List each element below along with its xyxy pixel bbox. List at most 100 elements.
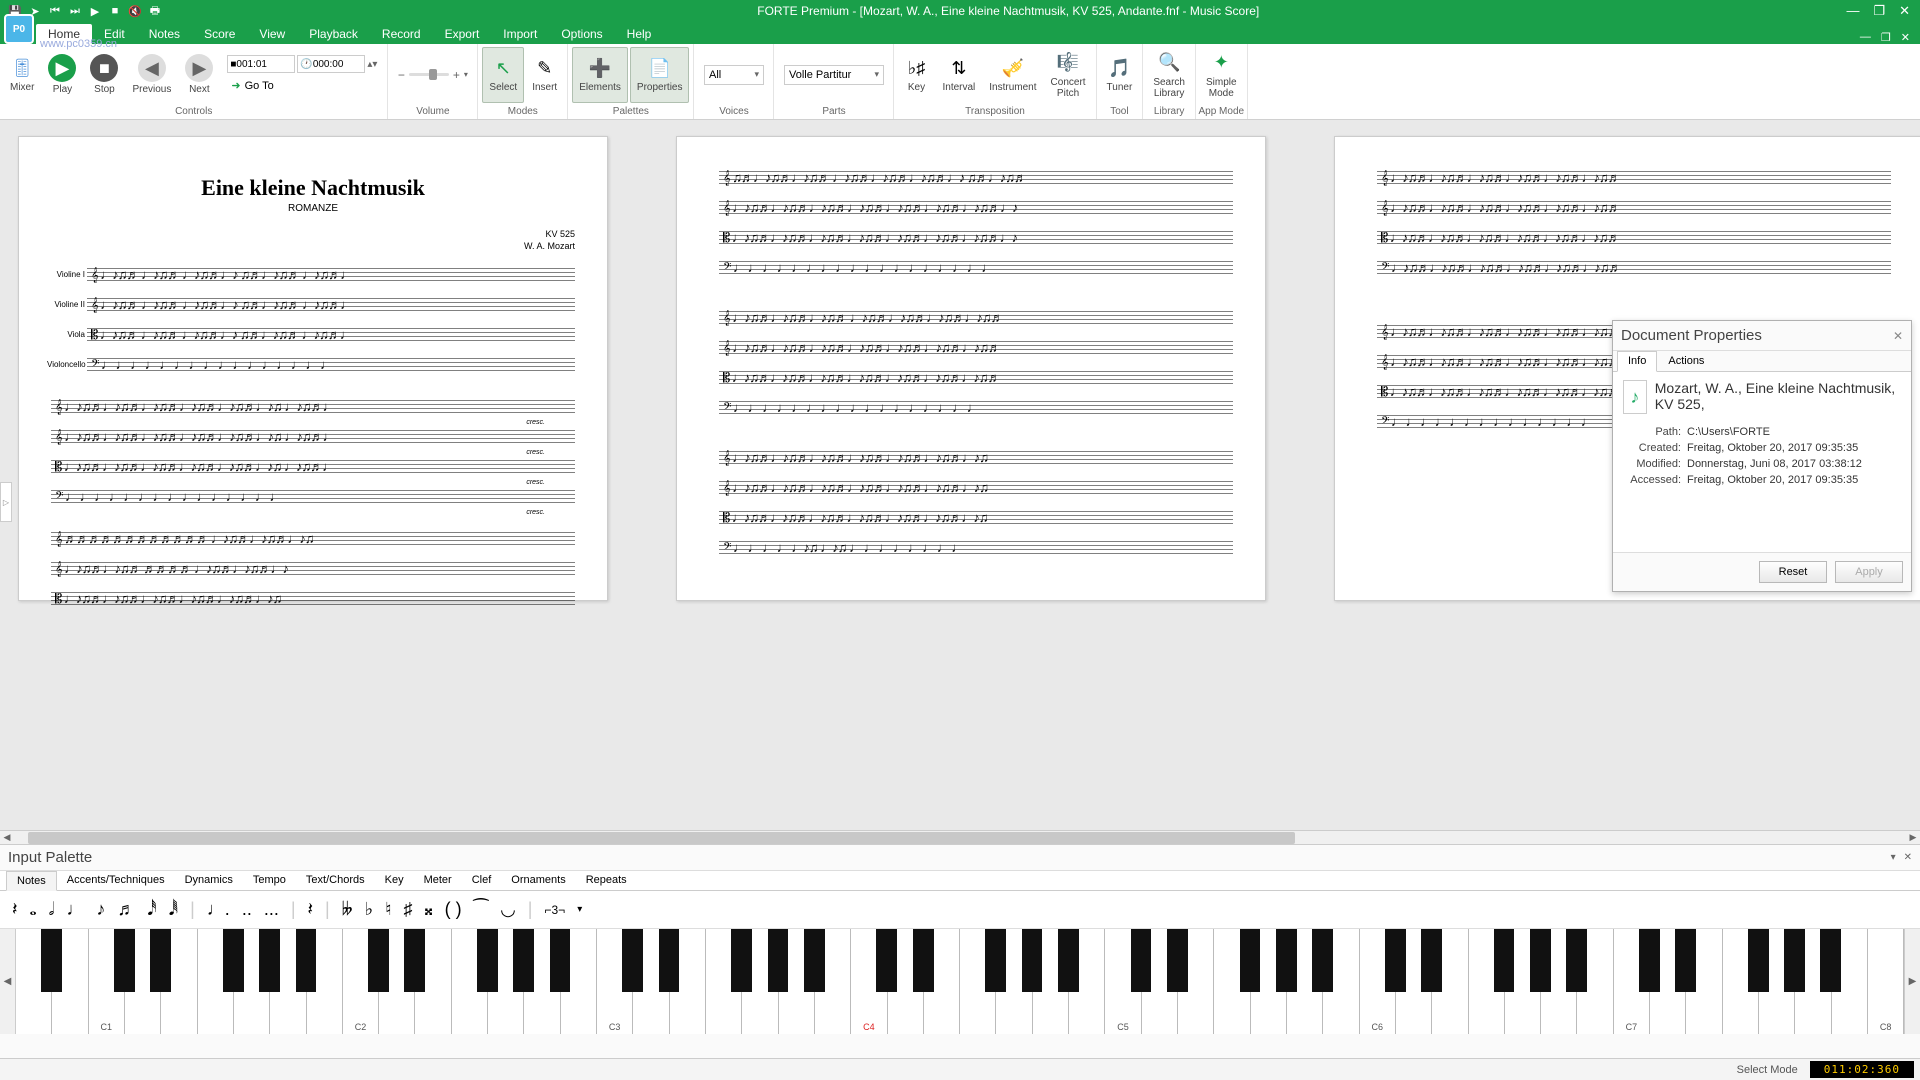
tab-import[interactable]: Import: [491, 24, 549, 44]
scrollbar-thumb[interactable]: [28, 832, 1295, 844]
score-page[interactable]: Eine kleine Nachtmusik ROMANZE KV 525 W.…: [18, 136, 608, 601]
black-key[interactable]: [659, 929, 680, 992]
tab-edit[interactable]: Edit: [92, 24, 137, 44]
black-key[interactable]: [1566, 929, 1587, 992]
score-page[interactable]: 𝄞 ♫♬♩♪♫♬♩♪♫♬ ♩♪♫♬♩♪♫♬♩♪♫♬♩♪ ♫♬♩♪♫♬ 𝄞 ♩♪♫…: [676, 136, 1266, 601]
app-logo[interactable]: P0: [4, 14, 34, 44]
next-icon[interactable]: ⏭: [68, 4, 82, 18]
black-key[interactable]: [1312, 929, 1333, 992]
palette-tab-accents[interactable]: Accents/Techniques: [57, 871, 175, 890]
palette-tab-ornaments[interactable]: Ornaments: [501, 871, 575, 890]
minimize-icon[interactable]: —: [1846, 3, 1859, 19]
tab-home[interactable]: Home: [36, 24, 92, 44]
black-key[interactable]: [1494, 929, 1515, 992]
black-key[interactable]: [1276, 929, 1297, 992]
black-key[interactable]: [1058, 929, 1079, 992]
palette-tab-meter[interactable]: Meter: [414, 871, 462, 890]
white-key[interactable]: C8: [1868, 929, 1904, 1034]
black-key[interactable]: [1167, 929, 1188, 992]
select-mode-button[interactable]: ↖Select: [482, 47, 524, 103]
black-key[interactable]: [150, 929, 171, 992]
palette-minimize-icon[interactable]: ▾: [1891, 852, 1896, 863]
voices-combo[interactable]: All: [704, 65, 764, 85]
black-key[interactable]: [1385, 929, 1406, 992]
reset-button[interactable]: Reset: [1759, 561, 1827, 583]
maximize-icon[interactable]: ❐: [1873, 3, 1885, 19]
black-key[interactable]: [913, 929, 934, 992]
black-key[interactable]: [550, 929, 571, 992]
palette-tab-tempo[interactable]: Tempo: [243, 871, 296, 890]
paren-icon[interactable]: ( ): [441, 897, 466, 922]
tab-view[interactable]: View: [247, 24, 297, 44]
eighth-note-icon[interactable]: ♪: [92, 897, 109, 922]
black-key[interactable]: [768, 929, 789, 992]
black-key[interactable]: [985, 929, 1006, 992]
black-key[interactable]: [1820, 929, 1841, 992]
rest-icon2[interactable]: 𝄽: [304, 897, 318, 922]
close-icon[interactable]: ✕: [1899, 3, 1910, 19]
black-key[interactable]: [804, 929, 825, 992]
palette-tab-notes[interactable]: Notes: [6, 871, 57, 891]
simple-mode-button[interactable]: ✦Simple Mode: [1200, 47, 1243, 103]
spinner-icon[interactable]: ▴▾: [367, 59, 377, 70]
palette-tab-textchords[interactable]: Text/Chords: [296, 871, 375, 890]
palette-tab-clef[interactable]: Clef: [462, 871, 502, 890]
time-pos-input[interactable]: ■001:01: [227, 55, 295, 73]
black-key[interactable]: [1639, 929, 1660, 992]
tab-record[interactable]: Record: [370, 24, 433, 44]
black-key[interactable]: [513, 929, 534, 992]
prev-icon[interactable]: ⏮: [48, 4, 62, 18]
docprops-close-icon[interactable]: ✕: [1893, 329, 1903, 343]
scroll-left-icon[interactable]: ◀: [0, 832, 14, 843]
next-button[interactable]: ▶Next: [179, 47, 219, 103]
black-key[interactable]: [876, 929, 897, 992]
black-key[interactable]: [1131, 929, 1152, 992]
doublesharp-icon[interactable]: 𝄪: [421, 897, 437, 922]
scroll-right-icon[interactable]: ▶: [1906, 832, 1920, 843]
mute-icon[interactable]: 🔇: [128, 4, 142, 18]
dot-icon[interactable]: ♩.: [203, 897, 234, 922]
palette-close-icon[interactable]: ✕: [1904, 852, 1912, 863]
black-key[interactable]: [223, 929, 244, 992]
play-small-icon[interactable]: ▶: [88, 4, 102, 18]
piano-scroll-left[interactable]: ◀: [0, 929, 16, 1034]
key-button[interactable]: ♭♯Key: [898, 47, 934, 103]
properties-button[interactable]: 📄Properties: [630, 47, 690, 103]
black-key[interactable]: [622, 929, 643, 992]
sixteenth-note-icon[interactable]: ♬: [113, 897, 139, 922]
black-key[interactable]: [114, 929, 135, 992]
double-dot-icon[interactable]: ..: [238, 897, 256, 922]
palette-tab-key[interactable]: Key: [375, 871, 414, 890]
doubleflat-icon[interactable]: 𝄫: [338, 897, 357, 922]
piano-scroll-right[interactable]: ▶: [1904, 929, 1920, 1034]
dropdown-icon[interactable]: ▾: [573, 902, 586, 917]
stop-button[interactable]: ■Stop: [84, 47, 124, 103]
black-key[interactable]: [1022, 929, 1043, 992]
thirtysecond-note-icon[interactable]: 𝅘𝅥𝅰: [143, 897, 160, 922]
piano-keys[interactable]: C1C2C3C4C5C6C7C8: [16, 929, 1904, 1034]
tab-score[interactable]: Score: [192, 24, 247, 44]
tuplet-icon[interactable]: ⌐3¬: [540, 901, 569, 919]
palette-tab-repeats[interactable]: Repeats: [576, 871, 637, 890]
triple-dot-icon[interactable]: ...: [260, 897, 283, 922]
time-dur-input[interactable]: 🕐000:00: [297, 55, 365, 73]
doc-close-icon[interactable]: ✕: [1901, 31, 1910, 44]
docprops-tab-info[interactable]: Info: [1617, 351, 1657, 372]
tuner-button[interactable]: 🎵Tuner: [1101, 47, 1139, 103]
quarter-note-icon[interactable]: ♩: [62, 897, 88, 922]
palette-tab-dynamics[interactable]: Dynamics: [175, 871, 243, 890]
previous-button[interactable]: ◀Previous: [126, 47, 177, 103]
tab-help[interactable]: Help: [615, 24, 664, 44]
black-key[interactable]: [477, 929, 498, 992]
doc-minimize-icon[interactable]: —: [1860, 31, 1871, 44]
black-key[interactable]: [1784, 929, 1805, 992]
black-key[interactable]: [1748, 929, 1769, 992]
docprops-tab-actions[interactable]: Actions: [1657, 351, 1715, 371]
natural-icon[interactable]: ♮: [381, 897, 395, 922]
black-key[interactable]: [296, 929, 317, 992]
print-icon[interactable]: 🖶: [148, 4, 162, 18]
play-button[interactable]: ▶Play: [42, 47, 82, 103]
sixtyfourth-note-icon[interactable]: 𝅘𝅥𝅱: [165, 897, 182, 922]
apply-button[interactable]: Apply: [1835, 561, 1903, 583]
insert-mode-button[interactable]: ✎Insert: [526, 47, 563, 103]
